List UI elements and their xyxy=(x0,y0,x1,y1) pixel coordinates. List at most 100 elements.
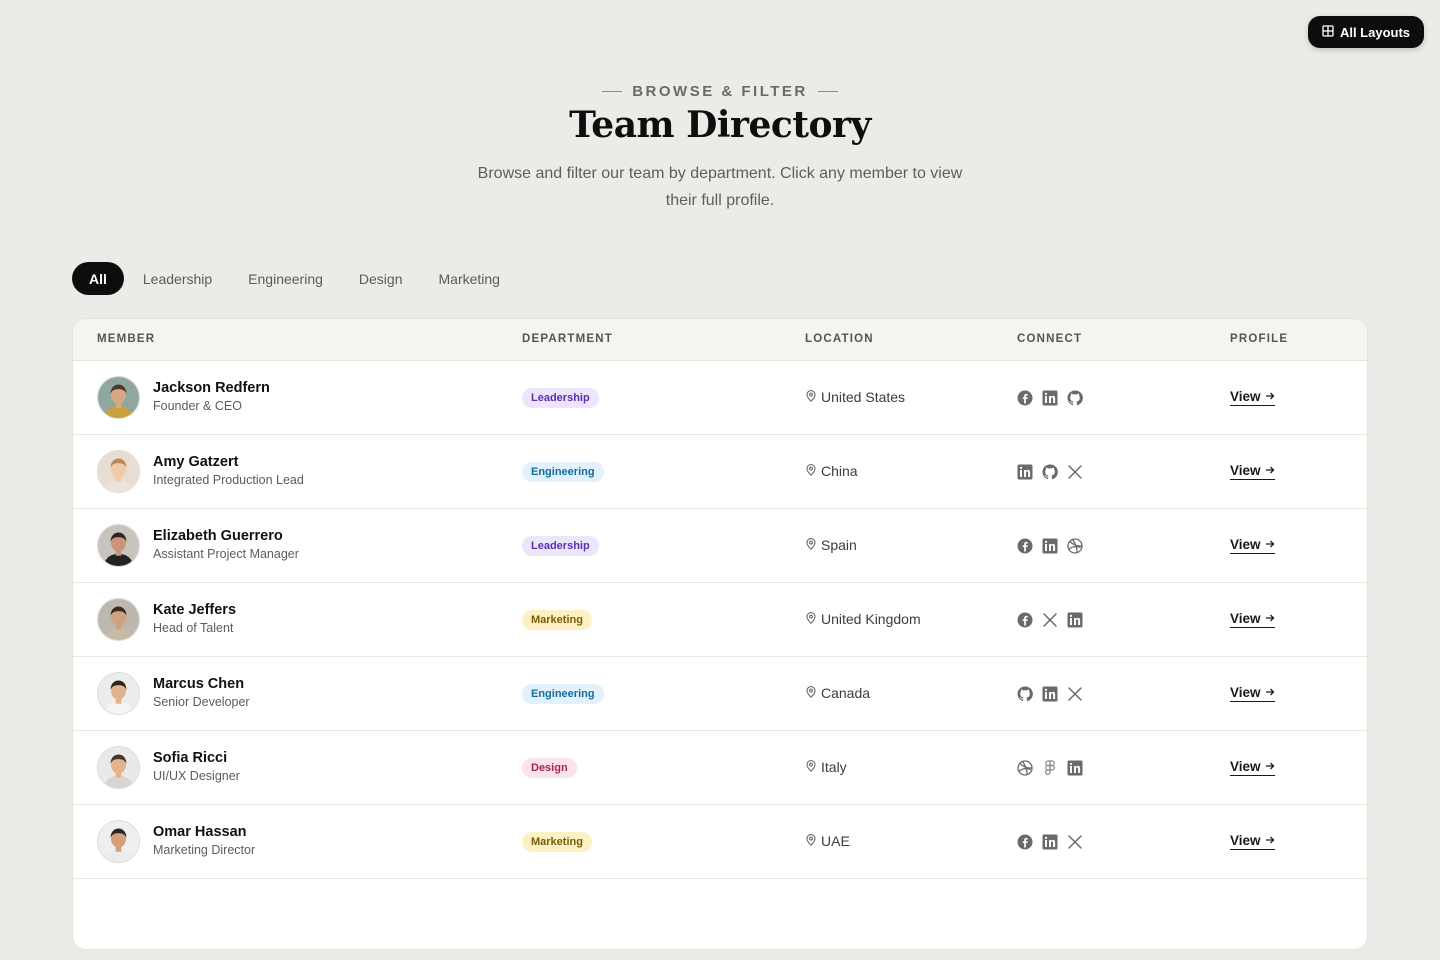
table-row[interactable]: Elizabeth Guerrero Assistant Project Mana… xyxy=(73,509,1367,583)
filter-marketing[interactable]: Marketing xyxy=(422,262,517,295)
github-icon[interactable] xyxy=(1067,390,1083,406)
header-profile: PROFILE xyxy=(1230,333,1289,345)
view-label: View xyxy=(1230,463,1261,478)
location-text: China xyxy=(821,463,858,479)
view-profile-link[interactable]: View xyxy=(1230,833,1275,850)
social-links xyxy=(1017,464,1083,480)
arrow-right-icon xyxy=(1265,463,1275,478)
view-label: View xyxy=(1230,833,1261,848)
facebook-icon[interactable] xyxy=(1017,390,1033,406)
map-pin-icon xyxy=(806,611,816,627)
member-role: UI/UX Designer xyxy=(153,769,240,783)
avatar xyxy=(97,376,140,419)
eyebrow-text: BROWSE & FILTER xyxy=(632,83,808,100)
table-row[interactable]: Marcus Chen Senior Developer Engineering Ca… xyxy=(73,657,1367,731)
location: United Kingdom xyxy=(806,611,921,627)
view-profile-link[interactable]: View xyxy=(1230,759,1275,776)
location-text: Canada xyxy=(821,685,871,701)
view-profile-link[interactable]: View xyxy=(1230,611,1275,628)
arrow-right-icon xyxy=(1265,611,1275,626)
avatar xyxy=(97,450,140,493)
member-name[interactable]: Kate Jeffers xyxy=(153,602,236,618)
facebook-icon[interactable] xyxy=(1017,538,1033,554)
location: UAE xyxy=(806,833,850,849)
eyebrow-dash-right xyxy=(817,90,838,93)
view-profile-link[interactable]: View xyxy=(1230,389,1275,406)
table-row[interactable]: Kate Jeffers Head of Talent Marketing Unite… xyxy=(73,583,1367,657)
x-icon[interactable] xyxy=(1042,612,1058,628)
map-pin-icon xyxy=(806,537,816,553)
table-row[interactable]: Sofia Ricci UI/UX Designer Design Italy View xyxy=(73,731,1367,805)
location: Spain xyxy=(806,537,857,553)
x-icon[interactable] xyxy=(1067,686,1083,702)
filter-leadership[interactable]: Leadership xyxy=(126,262,229,295)
member-role: Marketing Director xyxy=(153,843,256,857)
member-name[interactable]: Omar Hassan xyxy=(153,824,247,840)
arrow-right-icon xyxy=(1265,389,1275,404)
github-icon[interactable] xyxy=(1042,464,1058,480)
member-name[interactable]: Marcus Chen xyxy=(153,676,244,692)
linkedin-icon[interactable] xyxy=(1067,612,1083,628)
view-profile-link[interactable]: View xyxy=(1230,685,1275,702)
x-icon[interactable] xyxy=(1067,464,1083,480)
department-badge: Marketing xyxy=(522,610,592,630)
table-row[interactable]: Amy Gatzert Integrated Production Lead Eng… xyxy=(73,435,1367,509)
map-pin-icon xyxy=(806,463,816,479)
avatar xyxy=(97,746,140,789)
arrow-right-icon xyxy=(1265,537,1275,552)
arrow-right-icon xyxy=(1265,759,1275,774)
linkedin-icon[interactable] xyxy=(1042,834,1058,850)
member-name[interactable]: Jackson Redfern xyxy=(153,380,270,396)
location-text: United Kingdom xyxy=(821,611,921,627)
team-table: MEMBER DEPARTMENT LOCATION CONNECT PROFI… xyxy=(72,318,1368,950)
dribbble-icon[interactable] xyxy=(1067,538,1083,554)
figma-icon[interactable] xyxy=(1042,760,1058,776)
location-text: Italy xyxy=(821,759,847,775)
facebook-icon[interactable] xyxy=(1017,834,1033,850)
linkedin-icon[interactable] xyxy=(1017,464,1033,480)
eyebrow: BROWSE & FILTER xyxy=(0,83,1440,100)
linkedin-icon[interactable] xyxy=(1067,760,1083,776)
arrow-right-icon xyxy=(1265,833,1275,848)
all-layouts-button[interactable]: All Layouts xyxy=(1308,16,1424,48)
map-pin-icon xyxy=(806,759,816,775)
map-pin-icon xyxy=(806,389,816,405)
table-row[interactable]: Jackson Redfern Founder & CEO Leadership Un… xyxy=(73,361,1367,435)
social-links xyxy=(1017,686,1083,702)
page-title: Team Directory xyxy=(569,104,871,146)
location-text: Spain xyxy=(821,537,857,553)
view-label: View xyxy=(1230,537,1261,552)
member-name[interactable]: Amy Gatzert xyxy=(153,454,238,470)
view-label: View xyxy=(1230,611,1261,626)
linkedin-icon[interactable] xyxy=(1042,390,1058,406)
header-department: DEPARTMENT xyxy=(522,333,614,345)
view-profile-link[interactable]: View xyxy=(1230,463,1275,480)
arrow-right-icon xyxy=(1265,685,1275,700)
department-badge: Leadership xyxy=(522,388,599,408)
linkedin-icon[interactable] xyxy=(1042,538,1058,554)
dribbble-icon[interactable] xyxy=(1017,760,1033,776)
department-badge: Marketing xyxy=(522,832,592,852)
table-row[interactable]: Omar Hassan Marketing Director Marketing UA… xyxy=(73,805,1367,879)
filter-design[interactable]: Design xyxy=(342,262,420,295)
member-name[interactable]: Elizabeth Guerrero xyxy=(153,528,283,544)
department-badge: Engineering xyxy=(522,684,604,704)
header-member: MEMBER xyxy=(97,333,156,345)
github-icon[interactable] xyxy=(1017,686,1033,702)
member-role: Founder & CEO xyxy=(153,399,242,413)
view-profile-link[interactable]: View xyxy=(1230,537,1275,554)
table-header: MEMBER DEPARTMENT LOCATION CONNECT PROFI… xyxy=(73,319,1367,361)
header-location: LOCATION xyxy=(805,333,874,345)
facebook-icon[interactable] xyxy=(1017,612,1033,628)
view-label: View xyxy=(1230,759,1261,774)
social-links xyxy=(1017,834,1083,850)
linkedin-icon[interactable] xyxy=(1042,686,1058,702)
filter-all[interactable]: All xyxy=(72,262,124,295)
member-name[interactable]: Sofia Ricci xyxy=(153,750,227,766)
x-icon[interactable] xyxy=(1067,834,1083,850)
location: Italy xyxy=(806,759,847,775)
filter-engineering[interactable]: Engineering xyxy=(231,262,340,295)
member-role: Head of Talent xyxy=(153,621,234,635)
social-links xyxy=(1017,538,1083,554)
avatar xyxy=(97,672,140,715)
